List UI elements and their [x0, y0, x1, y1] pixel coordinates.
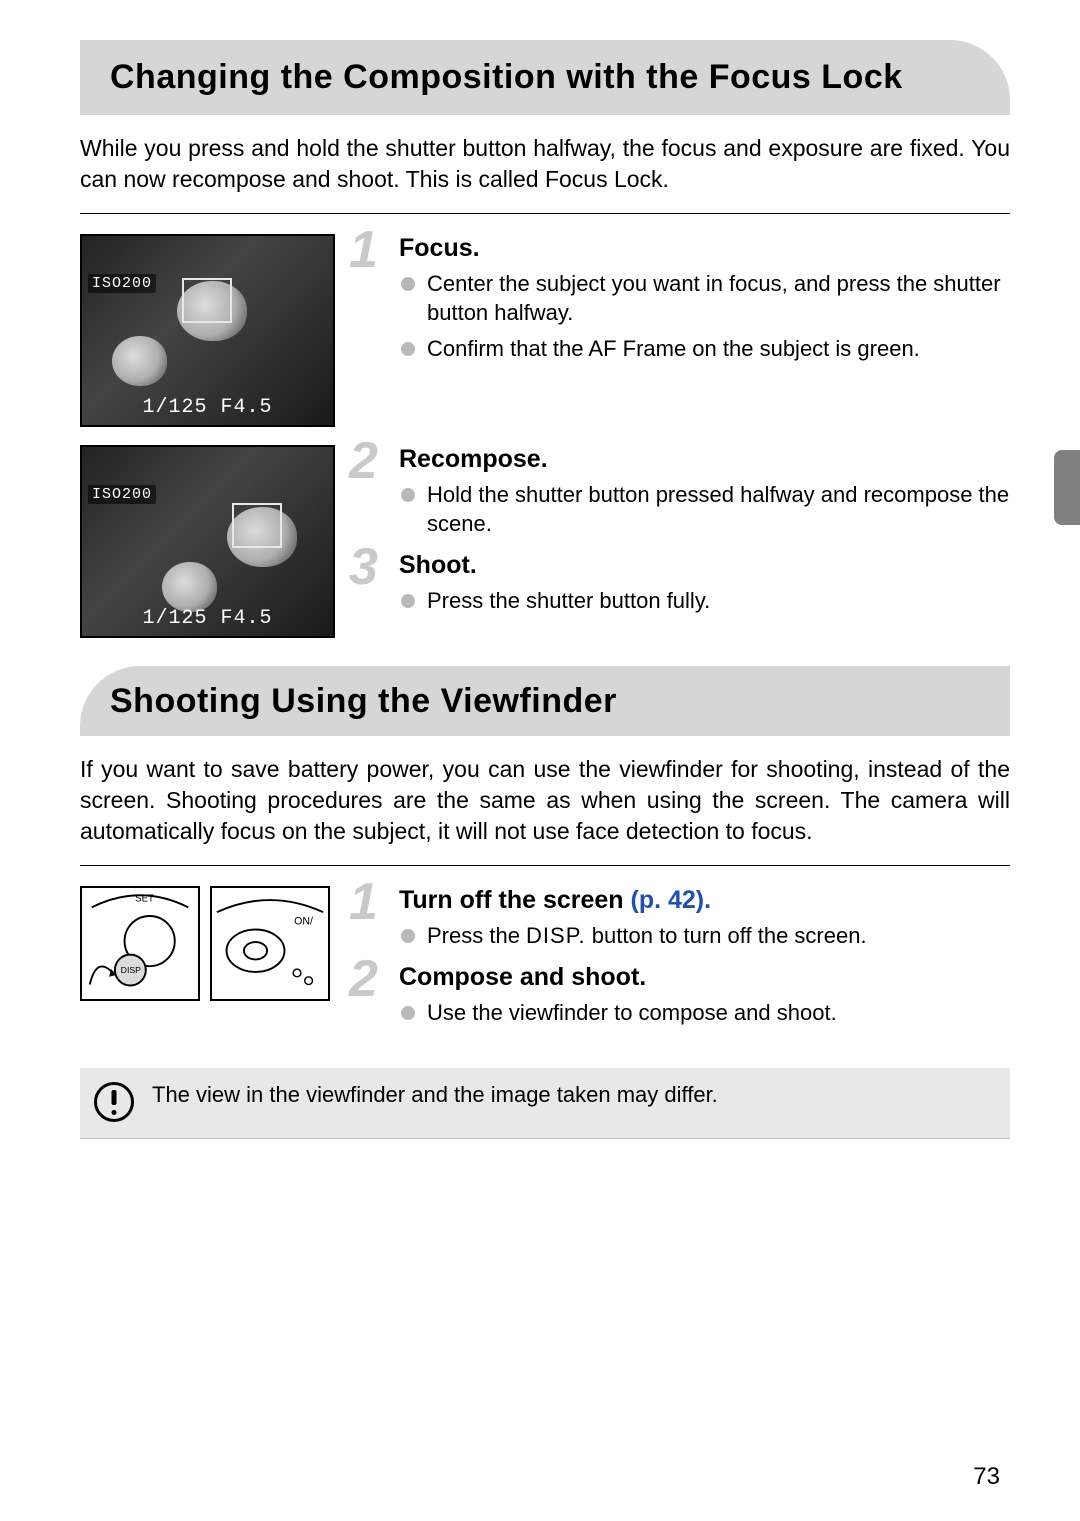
step-bullet: Center the subject you want in focus, an… [399, 269, 1010, 328]
rose-shape [162, 562, 217, 612]
disp-tiny: DISP [121, 965, 141, 975]
camera-back-svg: SET DISP [82, 888, 198, 999]
section2-row1: SET DISP ON/ [80, 886, 1010, 1039]
section1-heading: Changing the Composition with the Focus … [110, 56, 980, 99]
photo-recomposed: ISO200 1/125 F4.5 [80, 445, 335, 638]
step-bullet: Press the shutter button fully. [399, 586, 1010, 616]
edge-tab [1054, 450, 1080, 525]
section1-heading-bar: Changing the Composition with the Focus … [80, 40, 1010, 115]
step-number: 1 [349, 220, 378, 280]
step-bullet: Confirm that the AF Frame on the subject… [399, 334, 1010, 364]
camera-side-diagram: ON/ [210, 886, 330, 1001]
disp-button-label: DISP. [526, 923, 586, 948]
iso-badge: ISO200 [88, 274, 156, 293]
step-turn-off-screen: 1 Turn off the screen (p. 42). Press the… [355, 886, 1010, 951]
step-title: Recompose. [399, 445, 1010, 474]
step-compose-shoot: 2 Compose and shoot. Use the viewfinder … [355, 963, 1010, 1028]
step-title-text: Turn off the screen [399, 886, 631, 914]
caution-icon [94, 1082, 134, 1122]
divider-rule [80, 213, 1010, 214]
step-number: 3 [349, 537, 378, 597]
step-recompose: 2 Recompose. Hold the shutter button pre… [355, 445, 1010, 539]
section2-steps: SET DISP ON/ [80, 886, 1010, 1039]
iso-badge: ISO200 [88, 485, 156, 504]
diagram-row: SET DISP ON/ [80, 886, 330, 1001]
section1-intro: While you press and hold the shutter but… [80, 133, 1010, 195]
section2-heading: Shooting Using the Viewfinder [110, 680, 980, 723]
section2-heading-bar: Shooting Using the Viewfinder [80, 666, 1010, 737]
af-frame [182, 278, 232, 323]
af-frame [232, 503, 282, 548]
section1-row1: ISO200 1/125 F4.5 1 Focus. Center the su… [80, 234, 1010, 427]
step-title: Compose and shoot. [399, 963, 1010, 992]
photo-focus-center: ISO200 1/125 F4.5 [80, 234, 335, 427]
camera-side-svg: ON/ [212, 888, 328, 999]
step-bullet: Hold the shutter button pressed halfway … [399, 480, 1010, 539]
exposure-readout: 1/125 F4.5 [82, 607, 333, 630]
text-column-s2: 1 Turn off the screen (p. 42). Press the… [355, 886, 1010, 1039]
exposure-readout: 1/125 F4.5 [82, 396, 333, 419]
step-number: 2 [349, 431, 378, 491]
section1-steps: ISO200 1/125 F4.5 1 Focus. Center the su… [80, 234, 1010, 638]
step-focus: 1 Focus. Center the subject you want in … [355, 234, 1010, 364]
bullet-post: button to turn off the screen. [586, 923, 867, 948]
step-number: 2 [349, 949, 378, 1009]
step-bullets: Press the DISP. button to turn off the s… [399, 921, 1010, 951]
thumb-column-2: ISO200 1/125 F4.5 [80, 445, 335, 638]
section2-intro: If you want to save battery power, you c… [80, 754, 1010, 847]
step-bullets: Press the shutter button fully. [399, 586, 1010, 616]
thumb-column-1: ISO200 1/125 F4.5 [80, 234, 335, 427]
step-bullet: Press the DISP. button to turn off the s… [399, 921, 1010, 951]
step-title: Shoot. [399, 551, 1010, 580]
step-title: Focus. [399, 234, 1010, 263]
rose-shape [112, 336, 167, 386]
section1-row2: ISO200 1/125 F4.5 2 Recompose. Hold the … [80, 445, 1010, 638]
camera-back-diagram: SET DISP [80, 886, 200, 1001]
set-label: SET [135, 894, 154, 905]
caution-note: The view in the viewfinder and the image… [80, 1068, 1010, 1139]
step-number: 1 [349, 872, 378, 932]
step-shoot: 3 Shoot. Press the shutter button fully. [355, 551, 1010, 616]
step-title: Turn off the screen (p. 42). [399, 886, 1010, 915]
step-bullets: Use the viewfinder to compose and shoot. [399, 998, 1010, 1028]
divider-rule [80, 865, 1010, 866]
text-column-1: 1 Focus. Center the subject you want in … [355, 234, 1010, 376]
step-bullet: Use the viewfinder to compose and shoot. [399, 998, 1010, 1028]
text-column-2: 2 Recompose. Hold the shutter button pre… [355, 445, 1010, 628]
bullet-pre: Press the [427, 923, 526, 948]
page-number: 73 [973, 1463, 1000, 1491]
caution-text: The view in the viewfinder and the image… [152, 1080, 718, 1110]
step-bullets: Hold the shutter button pressed halfway … [399, 480, 1010, 539]
manual-page: Changing the Composition with the Focus … [0, 0, 1080, 1521]
on-label: ON/ [294, 916, 313, 928]
step-bullets: Center the subject you want in focus, an… [399, 269, 1010, 364]
diagram-column: SET DISP ON/ [80, 886, 335, 1001]
page-reference: (p. 42). [631, 886, 712, 914]
